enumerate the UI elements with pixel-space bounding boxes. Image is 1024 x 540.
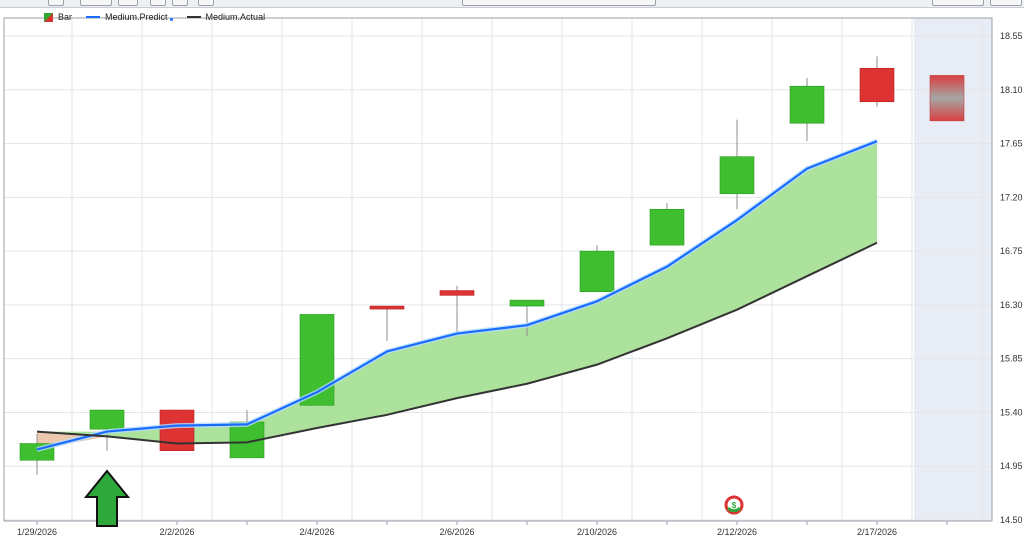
y-tick-label: 15.85: [1000, 354, 1023, 364]
y-tick-label: 18.10: [1000, 85, 1023, 95]
plot-border: [3, 17, 993, 522]
y-tick-label: 16.75: [1000, 246, 1023, 256]
y-tick-label: 14.50: [1000, 515, 1023, 525]
candle-2/17/2026[interactable]: [859, 67, 895, 103]
legend-label: Medium.Predict: [105, 12, 168, 22]
candle-2/9/2026[interactable]: [509, 299, 545, 307]
x-tick-label: 2/6/2026: [439, 527, 474, 537]
x-tick-label: 2/17/2026: [857, 527, 897, 537]
candle-2/13/2026[interactable]: [789, 85, 825, 124]
candle-2/11/2026[interactable]: [649, 208, 685, 246]
y-tick-label: 16.30: [1000, 300, 1023, 310]
candle-2/6/2026[interactable]: [439, 290, 475, 296]
x-tick-label: 2/2/2026: [159, 527, 194, 537]
chart-legend: Bar Medium.Predict Medium.Actual: [44, 10, 279, 24]
candle-2/5/2026[interactable]: [369, 305, 405, 310]
y-tick-label: 17.65: [1000, 139, 1023, 149]
legend-label: Bar: [58, 12, 73, 22]
candle-2/12/2026[interactable]: [719, 156, 755, 195]
x-tick-label: 1/29/2026: [17, 527, 57, 537]
y-tick-label: 17.20: [1000, 192, 1023, 202]
y-tick-label: 15.40: [1000, 407, 1023, 417]
settings-dot-icon: [169, 17, 173, 21]
legend-label: Medium.Actual: [205, 12, 266, 22]
x-tick-label: 2/10/2026: [577, 527, 617, 537]
bar-swatch-icon: [44, 12, 53, 22]
buy-arrow-icon[interactable]: [83, 469, 131, 527]
x-tick-label: 2/12/2026: [717, 527, 757, 537]
legend-item-predict[interactable]: Medium.Predict: [86, 12, 173, 22]
forecast-candle[interactable]: [929, 75, 965, 122]
line-swatch-icon: [186, 16, 201, 18]
line-swatch-icon: [86, 16, 101, 18]
legend-item-bar[interactable]: Bar: [44, 12, 72, 22]
y-tick-label: 14.95: [1000, 461, 1023, 471]
candle-1/30/2026[interactable]: [89, 409, 125, 430]
dividend-badge-glyph: $: [732, 501, 737, 510]
x-tick-label: 2/4/2026: [299, 527, 334, 537]
candle-2/10/2026[interactable]: [579, 250, 615, 293]
legend-item-actual[interactable]: Medium.Actual: [186, 12, 266, 22]
y-tick-label: 18.55: [1000, 31, 1023, 41]
candle-2/2/2026[interactable]: [159, 409, 195, 451]
price-chart[interactable]: 14.50 14.95 15.40 15.85 16.30 16.75 17.20 17.65…: [0, 0, 1024, 540]
